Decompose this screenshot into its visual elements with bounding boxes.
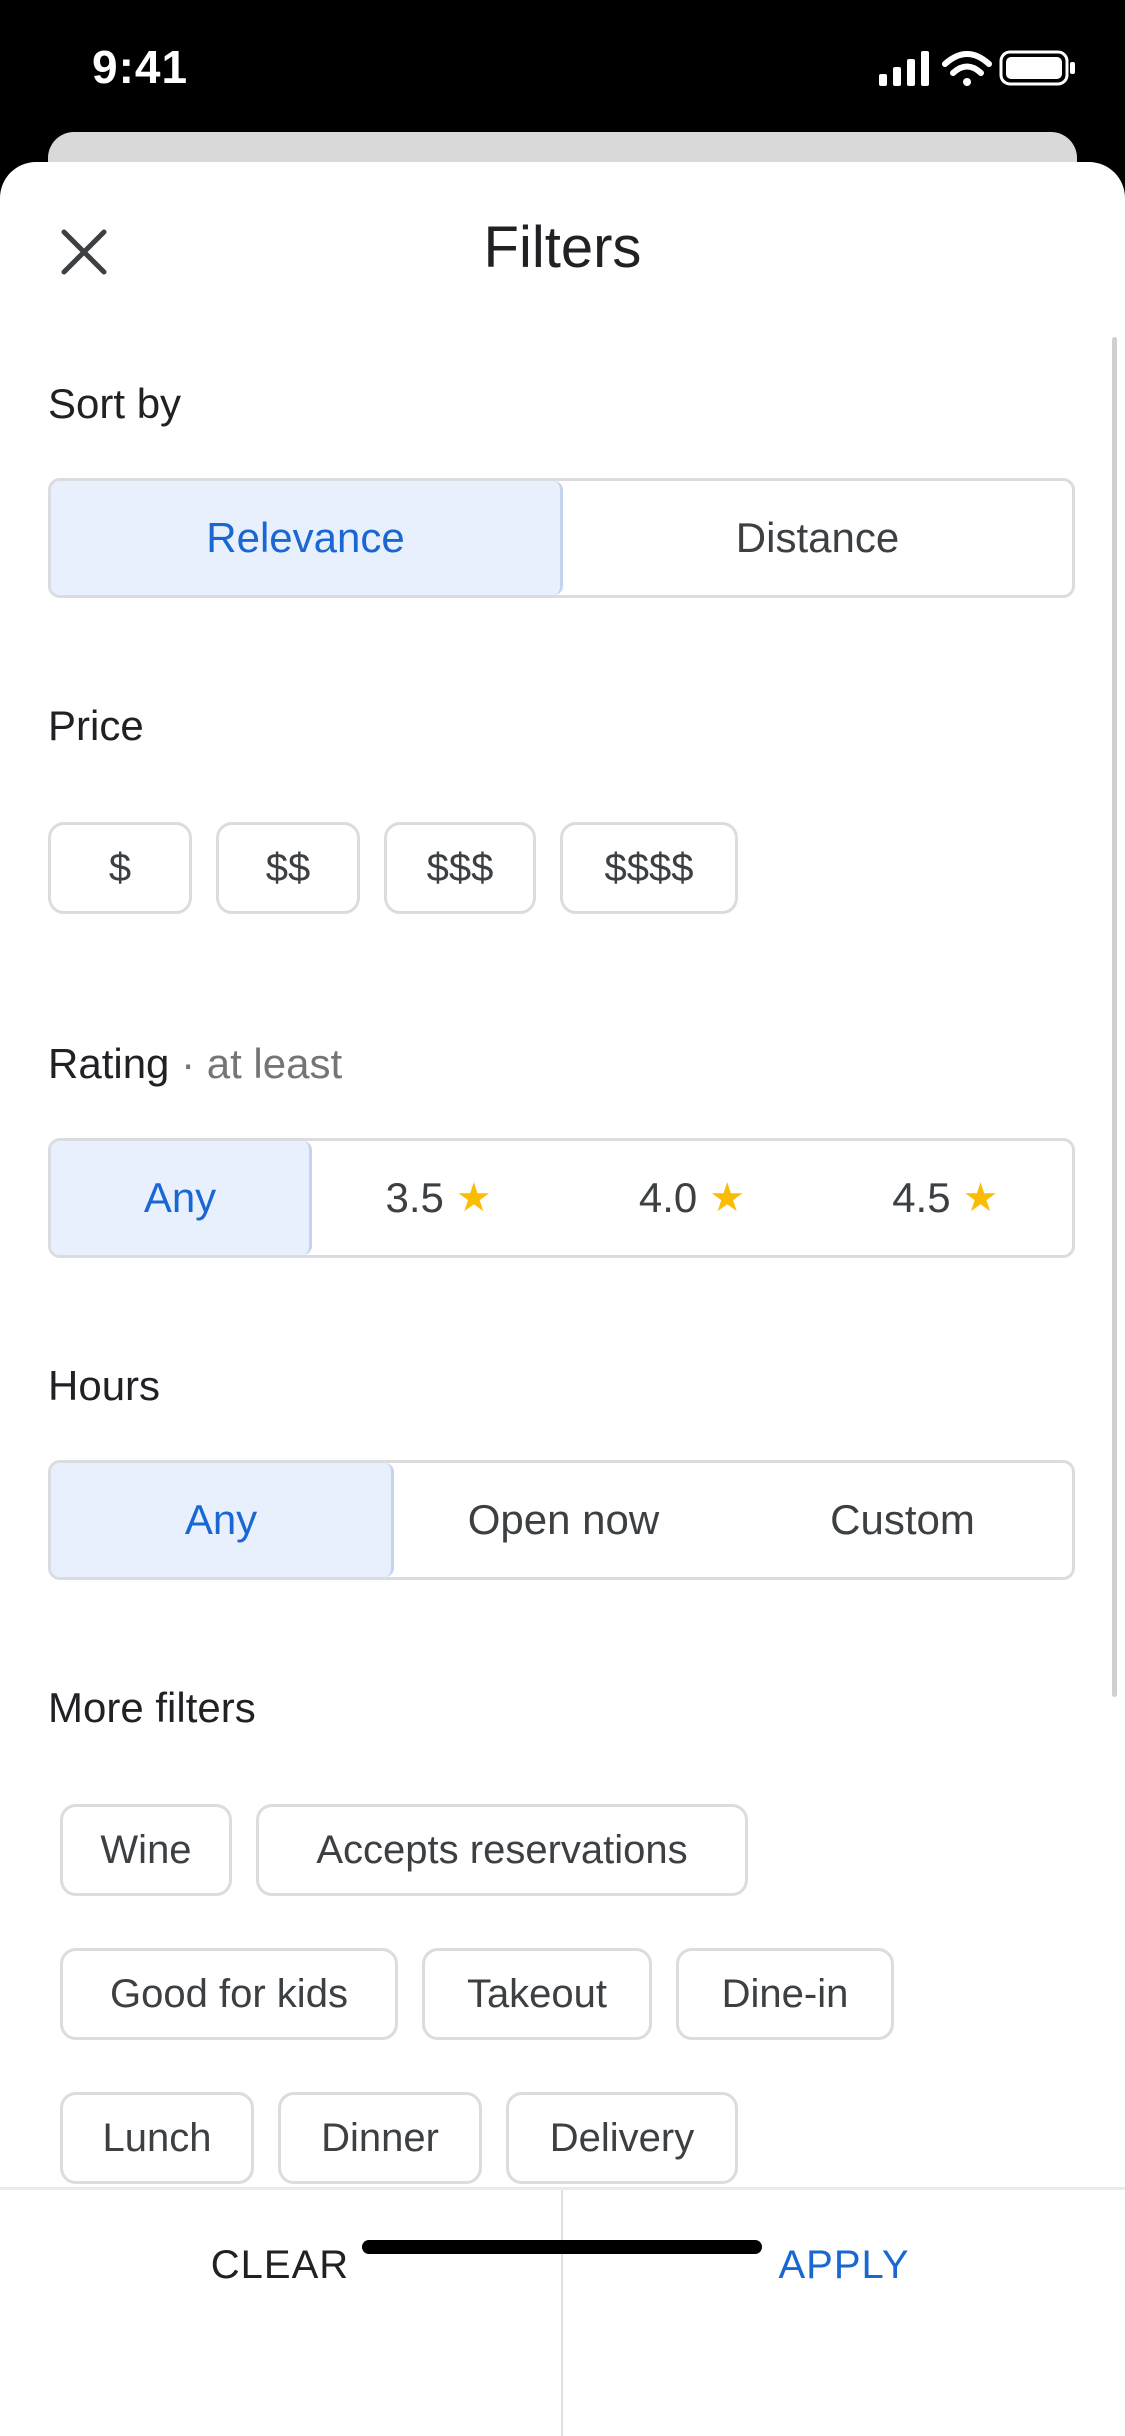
- rating-value: 3.5: [385, 1174, 444, 1221]
- filter-chip-delivery[interactable]: Delivery: [506, 2092, 738, 2184]
- page-title: Filters: [483, 215, 642, 280]
- filter-chip-lunch[interactable]: Lunch: [60, 2092, 254, 2184]
- filter-chip-dine-in[interactable]: Dine-in: [676, 1948, 894, 2040]
- cellular-signal-icon: [879, 51, 929, 86]
- hours-option-open-now[interactable]: Open now: [394, 1463, 733, 1577]
- sort-option-relevance[interactable]: Relevance: [51, 481, 563, 595]
- filter-chip-accepts-reservations[interactable]: Accepts reservations: [256, 1804, 748, 1896]
- rating-option-any[interactable]: Any: [51, 1141, 312, 1255]
- star-icon: ★: [709, 1176, 746, 1220]
- sort-by-label: Sort by: [48, 380, 182, 427]
- hours-option-any[interactable]: Any: [51, 1463, 394, 1577]
- filter-chip-wine[interactable]: Wine: [60, 1804, 232, 1896]
- wifi-icon: [942, 51, 992, 86]
- rating-segmented-control: Any 3.5 ★ 4.0 ★ 4.5 ★: [48, 1138, 1075, 1258]
- rating-sublabel: · at least: [181, 1040, 343, 1087]
- price-chip-3[interactable]: $$$: [384, 822, 536, 914]
- price-label: Price: [48, 702, 144, 749]
- bottom-action-bar: CLEAR APPLY: [0, 2187, 1125, 2436]
- status-icons: [879, 48, 1079, 88]
- home-indicator[interactable]: [362, 2240, 762, 2254]
- filter-chip-good-for-kids[interactable]: Good for kids: [60, 1948, 398, 2040]
- filter-chip-dinner[interactable]: Dinner: [278, 2092, 482, 2184]
- hours-segmented-control: Any Open now Custom: [48, 1460, 1075, 1580]
- status-bar: 9:41: [0, 0, 1125, 140]
- star-icon: ★: [455, 1176, 492, 1220]
- rating-option-4-0[interactable]: 4.0 ★: [565, 1141, 818, 1255]
- price-chip-1[interactable]: $: [48, 822, 192, 914]
- rating-label-text: Rating: [48, 1040, 170, 1087]
- sort-option-distance[interactable]: Distance: [563, 481, 1072, 595]
- more-filters-label: More filters: [48, 1684, 256, 1731]
- hours-option-custom[interactable]: Custom: [733, 1463, 1072, 1577]
- rating-value: 4.5: [892, 1174, 951, 1221]
- star-icon: ★: [962, 1176, 999, 1220]
- scrollbar[interactable]: [1112, 337, 1117, 1697]
- battery-icon: [999, 50, 1075, 86]
- hours-label: Hours: [48, 1362, 161, 1409]
- rating-value: 4.0: [638, 1174, 698, 1221]
- filters-sheet: Filters Sort by Relevance Distance Price…: [0, 162, 1125, 2436]
- filter-chip-takeout[interactable]: Takeout: [422, 1948, 652, 2040]
- rating-label: Rating · at least: [48, 1040, 342, 1088]
- price-chip-2[interactable]: $$: [216, 822, 360, 914]
- status-time: 9:41: [92, 41, 189, 93]
- sort-segmented-control: Relevance Distance: [48, 478, 1075, 598]
- rating-option-4-5[interactable]: 4.5 ★: [819, 1141, 1072, 1255]
- rating-option-3-5[interactable]: 3.5 ★: [312, 1141, 565, 1255]
- apply-button[interactable]: APPLY: [563, 2190, 1125, 2340]
- price-chip-4[interactable]: $$$$: [560, 822, 738, 914]
- clear-button[interactable]: CLEAR: [0, 2190, 560, 2340]
